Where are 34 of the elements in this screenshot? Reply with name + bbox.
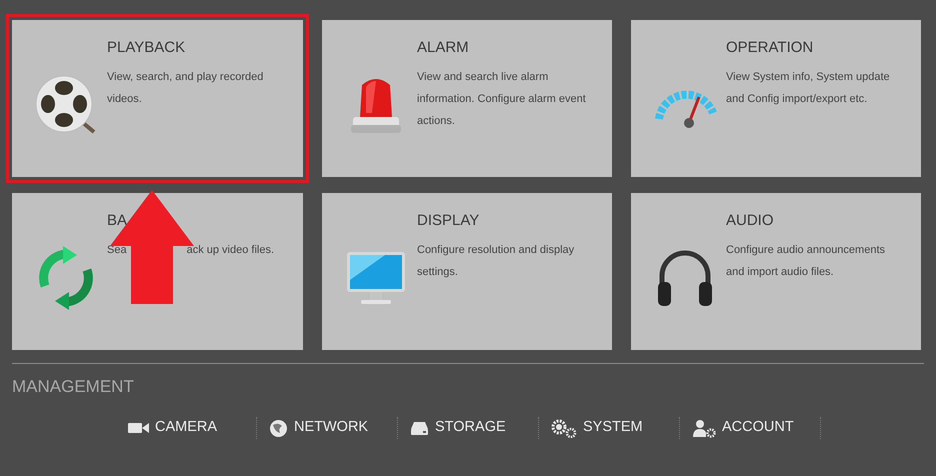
- card-description: Sea: [107, 243, 127, 258]
- sync-arrows-icon: [36, 246, 94, 310]
- card-title: PLAYBACK: [107, 39, 186, 57]
- gears-icon: [551, 418, 577, 438]
- monitor-icon: [344, 250, 406, 306]
- card-title: DISPLAY: [417, 212, 480, 230]
- card-description: ack up video files.: [186, 243, 274, 258]
- management-link[interactable]: STORAGE: [410, 417, 506, 439]
- card-title: OPERATION: [726, 39, 814, 57]
- headphones-icon: [656, 248, 714, 308]
- card-description: View System info, System update and Config import/export etc.: [726, 70, 891, 107]
- menu-card[interactable]: AUDIO Configure audio announcements and import audio files.: [631, 193, 921, 350]
- menu-card[interactable]: BA Sea ack up video files.: [12, 193, 303, 350]
- section-title: MANAGEMENT: [12, 376, 135, 398]
- card-title: AUDIO: [726, 212, 775, 230]
- card-description: View and search live alarm information. Configure alarm event actions.: [417, 70, 587, 129]
- film-reel-icon: [34, 74, 98, 136]
- user-gear-icon: [692, 418, 716, 438]
- menu-card[interactable]: OPERATION View System info, System update and Config import/export etc.: [631, 20, 921, 177]
- card-description: Configure audio announcements and import audio files.: [726, 243, 886, 280]
- card-title: BA: [107, 212, 128, 230]
- hard-drive-icon: [410, 420, 429, 436]
- menu-card[interactable]: PLAYBACK View, search, and play recorded videos.: [12, 20, 303, 177]
- menu-card[interactable]: ALARM View and search live alarm information. Configure alarm event actions.: [322, 20, 612, 177]
- card-description: Configure resolution and display settings.: [417, 243, 576, 280]
- menu-card[interactable]: DISPLAY Configure resolution and display settings.: [322, 193, 612, 350]
- video-camera-icon: [128, 422, 149, 434]
- management-link[interactable]: NETWORK: [269, 417, 368, 439]
- card-title: ALARM: [417, 39, 470, 57]
- management-link[interactable]: ACCOUNT: [692, 417, 794, 439]
- management-link[interactable]: CAMERA: [128, 417, 218, 439]
- management-link[interactable]: SYSTEM: [551, 417, 643, 439]
- card-description: View, search, and play recorded videos.: [107, 70, 264, 107]
- globe-icon: [269, 418, 288, 438]
